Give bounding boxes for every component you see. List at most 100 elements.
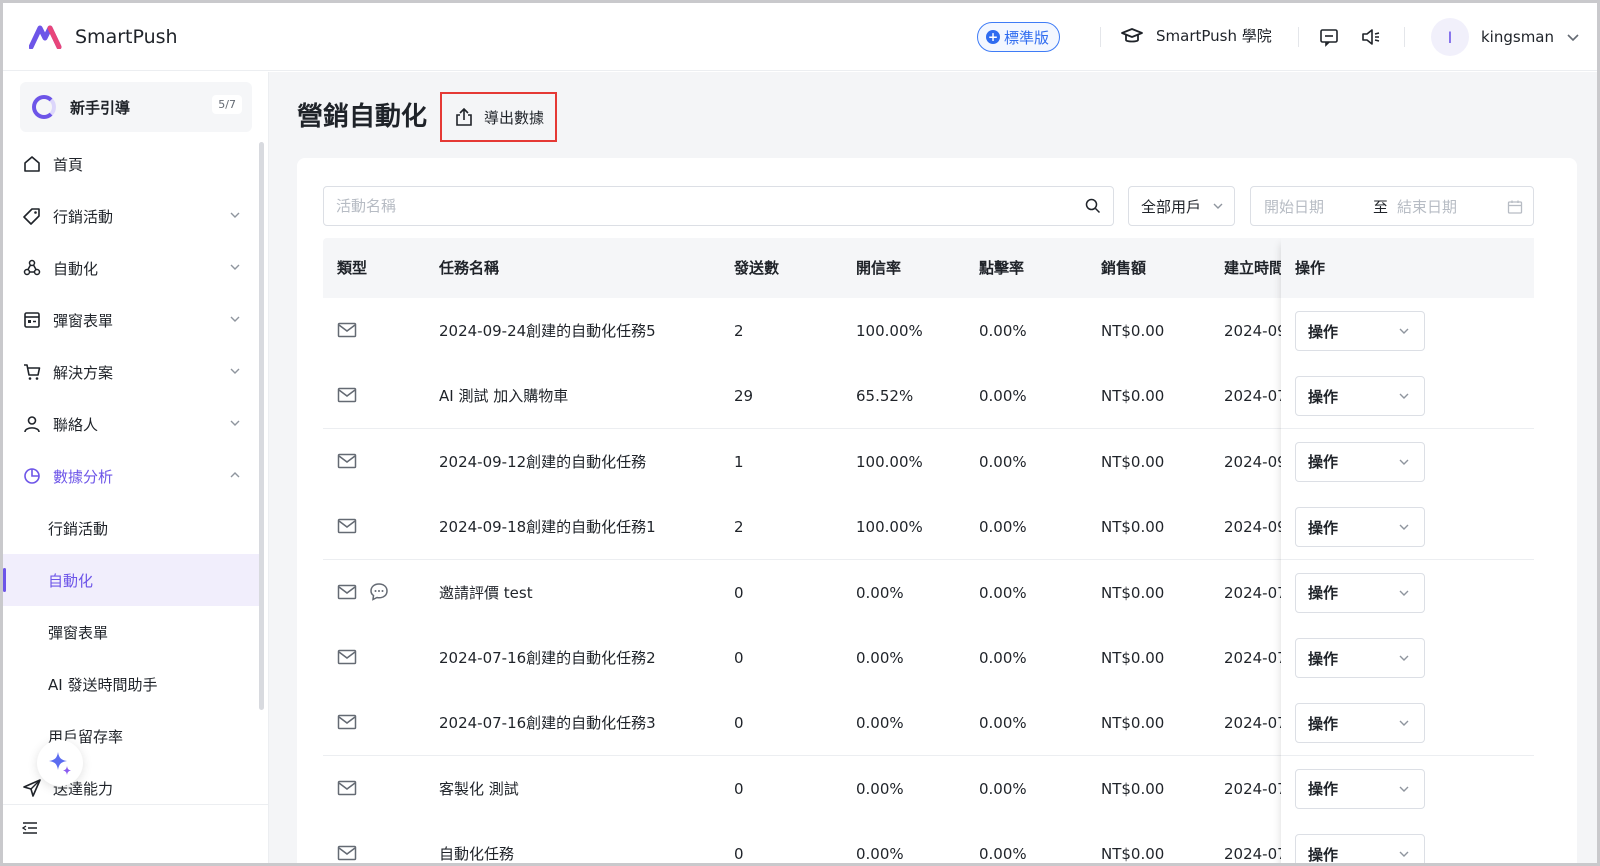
task-name[interactable]: 2024-09-18創建的自動化任務1 (439, 494, 724, 560)
table-row[interactable]: 2024-07-16創建的自動化任務3 0 0.00% 0.00% NT$0.00 202… (323, 690, 1534, 757)
created-time: 2024-09 (1224, 518, 1281, 537)
sidebar-item-home[interactable]: 首頁 (3, 138, 263, 190)
plan-badge[interactable]: + 標準版 (977, 22, 1061, 52)
table-row[interactable]: 客製化 測試 0 0.00% 0.00% NT$0.00 2024-07 操作 (323, 755, 1534, 822)
sparkle-icon (49, 752, 71, 775)
sent-count: 0 (734, 583, 744, 602)
sales-amount: NT$0.00 (1101, 518, 1165, 537)
action-dropdown[interactable]: 操作 (1295, 311, 1425, 351)
sidebar-item-label: 數據分析 (53, 467, 114, 486)
table-row[interactable]: 2024-09-12創建的自動化任務 1 100.00% 0.00% NT$0.00 20… (323, 428, 1534, 495)
email-icon (337, 584, 357, 599)
action-dropdown[interactable]: 操作 (1295, 768, 1425, 809)
task-name[interactable]: 2024-09-12創建的自動化任務 (439, 429, 724, 495)
app-logo[interactable]: SmartPush (29, 25, 178, 49)
task-name[interactable]: 2024-07-16創建的自動化任務3 (439, 690, 724, 756)
academy-link[interactable]: SmartPush 學院 (1120, 25, 1272, 46)
date-start-field[interactable]: 開始日期 (1264, 196, 1324, 217)
sidebar-item-analytics[interactable]: 數據分析 (3, 450, 263, 502)
action-dropdown-label: 操作 (1308, 780, 1339, 799)
click-rate: 0.00% (979, 583, 1027, 602)
chevron-down-icon (1399, 459, 1409, 465)
chevron-down-icon (1399, 590, 1409, 596)
created-time: 2024-07 (1224, 845, 1281, 864)
academy-label: SmartPush 學院 (1156, 27, 1272, 45)
table-card: 全部用戶 開始日期 至 結束日期 類型 任務名稱 發送數 (297, 158, 1577, 864)
date-range-picker[interactable]: 開始日期 至 結束日期 (1250, 186, 1534, 226)
sidebar-item-contacts[interactable]: 聯絡人 (3, 398, 263, 450)
created-time: 2024-07 (1224, 387, 1281, 406)
top-header: SmartPush + 標準版 SmartPush 學院 I kingsman (3, 3, 1597, 71)
action-dropdown[interactable]: 操作 (1295, 572, 1425, 613)
action-dropdown[interactable]: 操作 (1295, 507, 1425, 548)
action-dropdown[interactable]: 操作 (1295, 376, 1425, 417)
action-dropdown-label: 操作 (1308, 649, 1339, 668)
sidebar-subitem-popup-forms[interactable]: 彈窗表單 (3, 606, 263, 658)
onboarding-guide-count: 5/7 (212, 95, 242, 114)
sidebar-subitem-ai-send-time[interactable]: AI 發送時間助手 (3, 658, 263, 710)
user-filter-select[interactable]: 全部用戶 (1128, 186, 1235, 226)
action-dropdown[interactable]: 操作 (1295, 703, 1425, 744)
user-menu[interactable]: I kingsman (1431, 18, 1580, 56)
sidebar-subitem-campaigns[interactable]: 行銷活動 (3, 502, 263, 554)
task-name[interactable]: 客製化 測試 (439, 756, 724, 822)
sidebar-item-campaigns[interactable]: 行銷活動 (3, 190, 263, 242)
sidebar-item-solutions[interactable]: 解決方案 (3, 346, 263, 398)
table-row[interactable]: 2024-07-16創建的自動化任務2 0 0.00% 0.00% NT$0.00 202… (323, 625, 1534, 691)
task-name[interactable]: 2024-07-16創建的自動化任務2 (439, 625, 724, 691)
sidebar-item-automation[interactable]: 自動化 (3, 242, 263, 294)
action-dropdown[interactable]: 操作 (1295, 441, 1425, 482)
message-icon[interactable] (1319, 27, 1339, 47)
onboarding-guide[interactable]: 新手引導 5/7 (20, 82, 252, 132)
form-icon (24, 312, 40, 328)
collapse-menu-icon[interactable] (21, 820, 39, 836)
sidebar-subitem-label: AI 發送時間助手 (48, 675, 158, 694)
table-row[interactable]: 2024-09-18創建的自動化任務1 2 100.00% 0.00% NT$0.00 2… (323, 494, 1534, 561)
sidebar-subitem-automation[interactable]: 自動化 (3, 554, 263, 606)
column-header-sent: 發送數 (734, 259, 780, 277)
announcement-icon[interactable] (1360, 27, 1382, 47)
sales-amount: NT$0.00 (1101, 779, 1165, 798)
column-header-type: 類型 (337, 259, 368, 277)
export-data-button[interactable]: 導出數據 (440, 92, 557, 142)
open-rate: 0.00% (856, 649, 904, 667)
chevron-down-icon (230, 420, 240, 426)
search-input[interactable] (336, 197, 1085, 215)
search-icon[interactable] (1085, 198, 1101, 214)
chat-bubble-icon (370, 582, 388, 601)
action-dropdown-label: 操作 (1308, 584, 1339, 603)
column-header-sales: 銷售額 (1101, 259, 1147, 277)
task-name[interactable]: AI 測試 加入購物車 (439, 363, 724, 429)
ai-assistant-button[interactable] (37, 740, 83, 786)
sidebar-scrollbar[interactable] (259, 142, 264, 710)
sidebar-subitem-label: 彈窗表單 (48, 623, 109, 642)
chevron-down-icon (1399, 524, 1409, 531)
send-icon (23, 779, 41, 797)
sales-amount: NT$0.00 (1101, 583, 1165, 602)
calendar-icon (1507, 200, 1523, 214)
column-header-created: 建立時間 (1224, 259, 1281, 277)
page-title: 營銷自動化 (297, 102, 428, 132)
action-dropdown[interactable]: 操作 (1295, 638, 1425, 678)
open-rate: 0.00% (856, 583, 904, 602)
date-end-field[interactable]: 結束日期 (1397, 196, 1457, 217)
chevron-down-icon (1399, 393, 1409, 400)
open-rate: 100.00% (856, 322, 923, 340)
chevron-down-icon (1399, 328, 1409, 334)
column-header-action: 操作 (1295, 259, 1326, 277)
table-row[interactable]: 邀請評價 test 0 0.00% 0.00% NT$0.00 2024-07 操作 (323, 559, 1534, 626)
task-name[interactable]: 2024-09-24創建的自動化任務5 (439, 298, 724, 364)
table-row[interactable]: 2024-09-24創建的自動化任務5 2 100.00% 0.00% NT$0.00 2… (323, 298, 1534, 364)
created-time: 2024-09 (1224, 322, 1281, 340)
table-row[interactable]: AI 測試 加入購物車 29 65.52% 0.00% NT$0.00 2024-07 操作 (323, 363, 1534, 430)
table-row[interactable]: 自動化任務 0 0.00% 0.00% NT$0.00 2024-07 操作 (323, 821, 1534, 864)
task-type (337, 712, 427, 732)
automation-table: 類型 任務名稱 發送數 開信率 點擊率 銷售額 建立時間 操作 2024-09-… (323, 238, 1534, 864)
click-rate: 0.00% (979, 649, 1027, 667)
sent-count: 2 (734, 322, 744, 340)
action-dropdown-label: 操作 (1308, 322, 1339, 341)
sidebar-item-popup-forms[interactable]: 彈窗表單 (3, 294, 263, 346)
task-name[interactable]: 邀請評價 test (439, 560, 724, 626)
action-dropdown[interactable]: 操作 (1295, 834, 1425, 863)
task-name[interactable]: 自動化任務 (439, 821, 724, 863)
